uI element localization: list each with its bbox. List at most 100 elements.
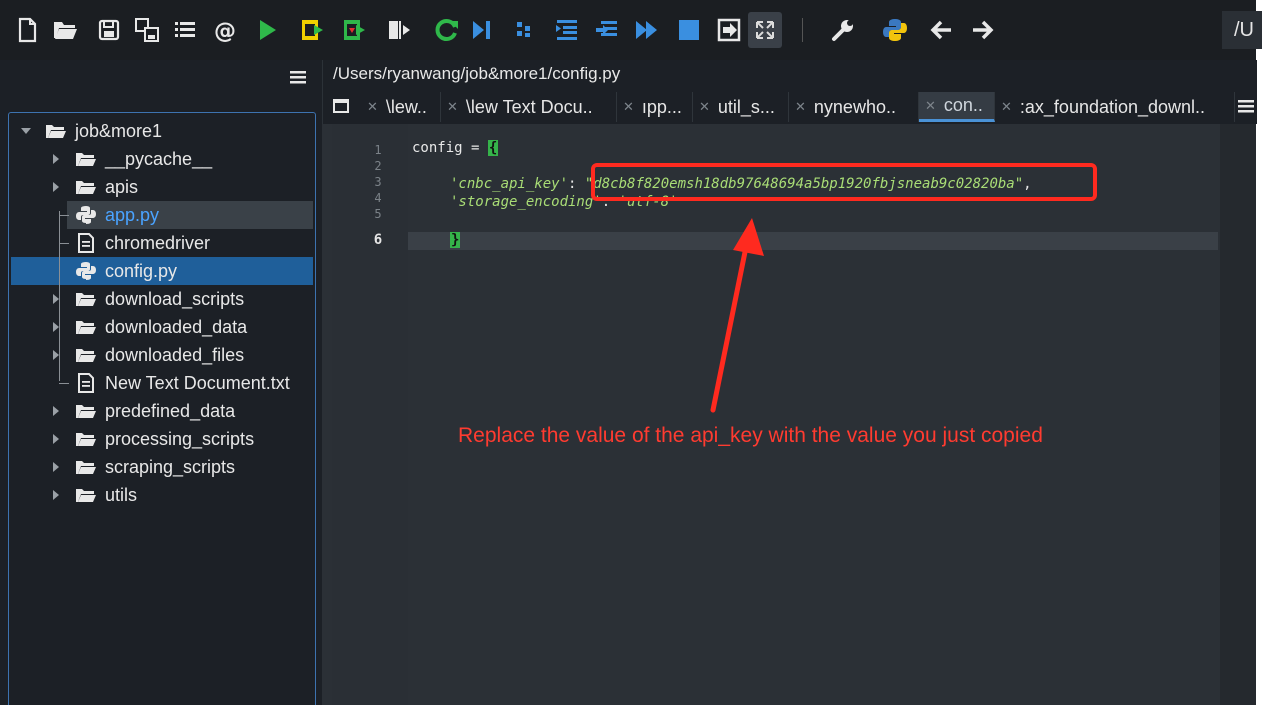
tab-label: \lew Text Docu..	[465, 96, 593, 117]
close-icon[interactable]: ✕	[367, 99, 378, 115]
working-directory-field[interactable]: /U	[1222, 11, 1262, 49]
tab-new-text-document[interactable]: ✕ \lew Text Docu..	[441, 92, 617, 122]
tree-item-downloaded-data[interactable]: downloaded_data	[9, 313, 315, 341]
python-file-icon	[76, 206, 96, 224]
toolbar: @ /U	[0, 0, 1262, 60]
restart-icon[interactable]	[430, 12, 464, 48]
tree-item-config-py[interactable]: config.py	[11, 257, 313, 285]
close-icon[interactable]: ✕	[699, 99, 710, 115]
tree-item-processing-scripts[interactable]: processing_scripts	[9, 425, 315, 453]
maximize-icon[interactable]	[748, 12, 782, 48]
code-token: =	[462, 140, 488, 156]
tree-connector	[59, 215, 69, 216]
file-path: /Users/ryanwang/job&more1/config.py	[333, 64, 621, 83]
tree-item-utils[interactable]: utils	[9, 481, 315, 509]
current-line-highlight	[408, 232, 1218, 250]
run-icon[interactable]	[250, 12, 284, 48]
tree-root-folder[interactable]: job&more1	[9, 117, 315, 145]
close-icon[interactable]: ✕	[1001, 99, 1012, 115]
tab-label: :ax_foundation_downl..	[1019, 96, 1206, 117]
chevron-right-icon[interactable]	[49, 348, 63, 362]
tree-item-label: predefined_data	[105, 400, 236, 421]
chevron-right-icon[interactable]	[49, 488, 63, 502]
indent-icon[interactable]	[550, 12, 584, 48]
continue-icon[interactable]	[630, 12, 664, 48]
hamburger-menu-icon[interactable]	[288, 66, 308, 88]
chevron-right-icon[interactable]	[49, 404, 63, 418]
line-number: 2	[374, 159, 382, 173]
stop-icon[interactable]	[672, 12, 706, 48]
tree-item-chromedriver[interactable]: chromedriver	[9, 229, 315, 257]
tab-label: \lew..	[385, 96, 427, 117]
tab-util[interactable]: ✕ util_s...	[693, 92, 789, 122]
tree-item-scraping-scripts[interactable]: scraping_scripts	[9, 453, 315, 481]
close-icon[interactable]: ✕	[623, 99, 634, 115]
run-file-icon[interactable]	[296, 12, 330, 48]
at-sign-icon[interactable]: @	[208, 12, 242, 48]
tree-item-new-text-document[interactable]: New Text Document.txt	[9, 369, 315, 397]
matched-brace: {	[487, 140, 499, 156]
tree-item-pycache[interactable]: __pycache__	[9, 145, 315, 173]
tree-item-label: apis	[105, 176, 139, 197]
chevron-down-icon[interactable]	[19, 124, 33, 138]
close-icon[interactable]: ✕	[795, 99, 806, 115]
line-number: 3	[374, 175, 382, 189]
tree-connector	[59, 211, 60, 381]
code-line-6: }	[450, 232, 461, 248]
chevron-right-icon[interactable]	[49, 460, 63, 474]
annotation-highlight-box	[591, 163, 1097, 201]
settings-wrench-icon[interactable]	[826, 12, 860, 48]
file-tree: job&more1 __pycache__ apis app.py chrome…	[8, 112, 316, 705]
line-number: 1	[374, 143, 382, 157]
tree-item-downloaded-files[interactable]: downloaded_files	[9, 341, 315, 369]
chevron-right-icon[interactable]	[49, 292, 63, 306]
window-layout-icon[interactable]	[333, 99, 349, 113]
debug-file-icon[interactable]	[338, 12, 372, 48]
svg-text:@: @	[214, 19, 236, 44]
tree-item-label: download_scripts	[105, 288, 245, 309]
chevron-right-icon[interactable]	[49, 180, 63, 194]
line-number-gutter: 1 2 3 4 5 6	[354, 124, 408, 705]
step-into-icon[interactable]	[382, 12, 416, 48]
tree-item-app-py[interactable]: app.py	[67, 201, 313, 229]
tab-label: ıpp...	[641, 96, 682, 117]
tree-item-label: utils	[105, 484, 138, 505]
folder-icon	[76, 489, 96, 502]
code-editor[interactable]: 1 2 3 4 5 6 config = { 'cnbc_api_key': "…	[322, 124, 1256, 705]
new-file-icon[interactable]	[10, 12, 44, 48]
list-view-icon[interactable]	[168, 12, 202, 48]
matched-brace: }	[450, 232, 461, 248]
chevron-right-icon[interactable]	[49, 320, 63, 334]
open-folder-icon[interactable]	[48, 12, 82, 48]
tab-list-menu-icon[interactable]	[1237, 96, 1255, 116]
chevron-right-icon[interactable]	[49, 152, 63, 166]
save-all-icon[interactable]	[130, 12, 164, 48]
tab-label: con..	[943, 95, 983, 115]
folder-icon	[76, 153, 96, 166]
tree-item-predefined-data[interactable]: predefined_data	[9, 397, 315, 425]
tree-item-label: processing_scripts	[105, 428, 255, 449]
tree-item-label: New Text Document.txt	[105, 372, 290, 393]
tab-tax-foundation[interactable]: ✕ :ax_foundation_downl..	[995, 92, 1235, 122]
ide-window: @ /U job&more1 __pycache__ apis app.py c…	[0, 0, 1262, 705]
back-arrow-icon[interactable]	[924, 12, 958, 48]
close-icon[interactable]: ✕	[925, 98, 936, 114]
code-area[interactable]: config = { 'cnbc_api_key': "d8cb8f820ems…	[408, 124, 1231, 705]
code-line-1: config = {	[412, 140, 499, 156]
tab-mynewho[interactable]: ✕ nynewho..	[789, 92, 919, 122]
dedent-icon[interactable]	[590, 12, 624, 48]
tree-item-apis[interactable]: apis	[9, 173, 315, 201]
step-icon[interactable]	[466, 12, 500, 48]
tab-app[interactable]: ✕ ıpp...	[617, 92, 693, 122]
forward-arrow-icon[interactable]	[966, 12, 1000, 48]
chevron-right-icon[interactable]	[49, 432, 63, 446]
tree-item-download-scripts[interactable]: download_scripts	[9, 285, 315, 313]
step-over-icon[interactable]	[508, 12, 542, 48]
tab-config[interactable]: ✕ con..	[919, 92, 995, 122]
code-token: :	[568, 176, 585, 192]
close-icon[interactable]: ✕	[447, 99, 458, 115]
python-icon[interactable]	[878, 12, 912, 48]
tab-new-1[interactable]: ✕ \lew..	[361, 92, 441, 122]
save-icon[interactable]	[92, 12, 126, 48]
exit-debug-icon[interactable]	[712, 12, 746, 48]
